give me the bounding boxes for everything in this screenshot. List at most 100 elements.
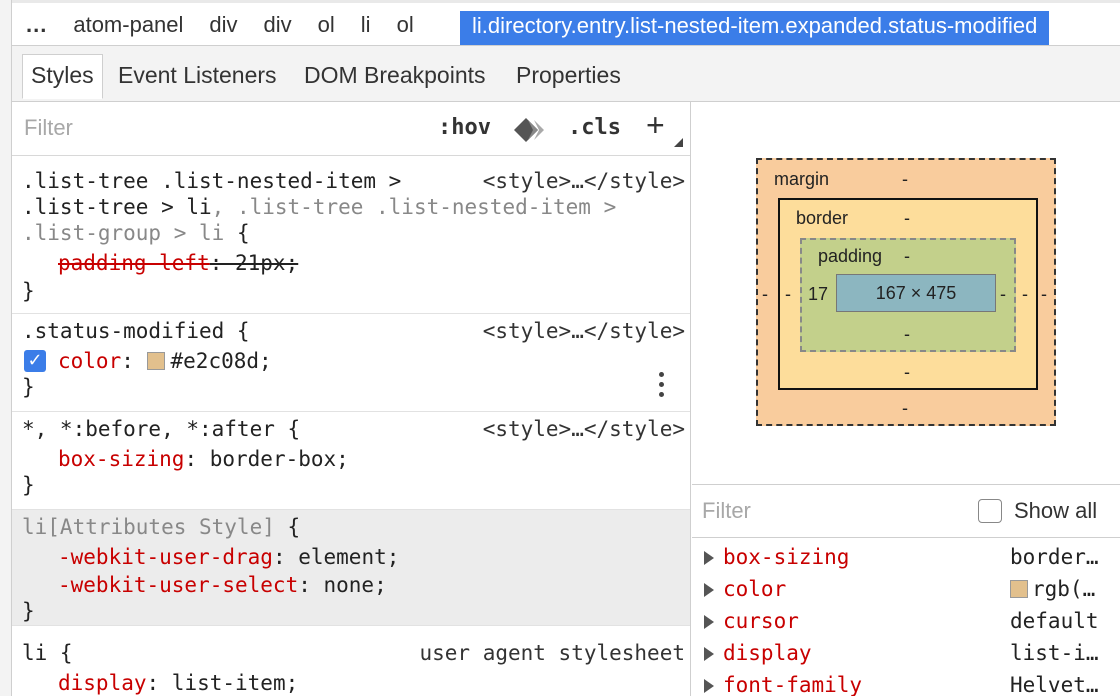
computed-property-name: font-family	[723, 673, 863, 696]
computed-property-row[interactable]: color rgb(…	[692, 573, 1120, 605]
more-options-icon[interactable]	[659, 372, 665, 402]
property-colon: :	[121, 349, 147, 373]
padding-right-value[interactable]: -	[1000, 284, 1006, 305]
panel-edge	[0, 0, 12, 696]
rule-selector[interactable]: *, *:before, *:after	[22, 417, 275, 441]
computed-property-row[interactable]: cursor default	[692, 605, 1120, 637]
breadcrumb-ellipsis[interactable]: ...	[26, 12, 47, 38]
breadcrumb-top-border	[12, 0, 1120, 3]
rule-close-brace: }	[22, 375, 35, 399]
breadcrumb-item[interactable]: atom-panel	[73, 12, 183, 38]
box-model-border[interactable]: border - - - - padding - - 17 - 167 × 47…	[778, 198, 1038, 390]
tab-properties[interactable]: Properties	[508, 54, 629, 96]
computed-property-value: default	[1010, 609, 1099, 633]
rule-source-link[interactable]: <style>…</style>	[483, 416, 685, 442]
margin-top-value[interactable]: -	[902, 169, 908, 190]
element-classes-diamond-icon[interactable]	[514, 118, 550, 142]
expand-triangle-icon[interactable]	[704, 647, 714, 661]
rule-close-brace: }	[22, 599, 35, 623]
rule-source-link[interactable]: <style>…</style>	[483, 168, 685, 194]
computed-property-name: color	[723, 577, 787, 601]
computed-property-name: box-sizing	[723, 545, 850, 569]
breadcrumb-item[interactable]: li	[361, 12, 371, 38]
new-rule-menu-corner-icon[interactable]	[674, 138, 683, 147]
border-bottom-value[interactable]: -	[904, 362, 910, 383]
expand-triangle-icon[interactable]	[704, 679, 714, 693]
expand-triangle-icon[interactable]	[704, 583, 714, 597]
padding-label: padding	[818, 246, 883, 266]
property-value[interactable]: #e2c08d;	[171, 349, 272, 373]
computed-property-name: display	[723, 641, 812, 665]
property-enabled-checkbox[interactable]: ✓	[24, 350, 46, 372]
expand-triangle-icon[interactable]	[704, 615, 714, 629]
rule-open-brace: {	[274, 515, 301, 539]
computed-pane: margin - - - - border - - - - padding - …	[692, 102, 1120, 696]
styles-filter-input[interactable]: Filter	[24, 115, 73, 141]
box-model-diagram: margin - - - - border - - - - padding - …	[756, 158, 1056, 426]
breadcrumb-item[interactable]: div	[209, 12, 237, 38]
rule-close-brace: }	[22, 279, 35, 303]
margin-left-value[interactable]: -	[762, 284, 768, 305]
property-value[interactable]: : border-box;	[184, 447, 348, 471]
property-name: -webkit-user-drag	[58, 545, 273, 569]
rule-selector[interactable]: .list-tree .list-nested-item >	[22, 169, 401, 193]
border-label: border	[796, 208, 849, 228]
margin-label: margin	[774, 169, 830, 189]
box-model-padding[interactable]: padding - - 17 - 167 × 475	[800, 238, 1016, 352]
padding-top-value[interactable]: -	[904, 246, 910, 267]
overridden-property-value[interactable]: : 21px;	[210, 251, 299, 275]
box-model-content[interactable]: 167 × 475	[836, 274, 996, 312]
computed-filter-bar: Filter Show all	[692, 484, 1120, 538]
margin-right-value[interactable]: -	[1041, 284, 1047, 305]
padding-left-value[interactable]: 17	[808, 284, 828, 305]
user-agent-stylesheet-label: user agent stylesheet	[419, 641, 685, 665]
property-name[interactable]: color	[58, 349, 121, 373]
color-swatch-icon[interactable]	[146, 352, 165, 370]
padding-bottom-value[interactable]: -	[904, 324, 910, 345]
computed-property-name: cursor	[723, 609, 799, 633]
tab-event-listeners[interactable]: Event Listeners	[110, 54, 285, 96]
tab-styles[interactable]: Styles	[22, 54, 103, 99]
style-rule: .list-tree .list-nested-item > <style>…<…	[12, 156, 690, 314]
expand-triangle-icon[interactable]	[704, 551, 714, 565]
rule-selector: li[Attributes Style]	[22, 515, 275, 539]
breadcrumb-selected-item[interactable]: li.directory.entry.list-nested-item.expa…	[460, 11, 1050, 45]
rule-selector[interactable]: .status-modified {	[22, 318, 250, 344]
computed-property-row[interactable]: box-sizing border…	[692, 541, 1120, 573]
hover-state-toggle[interactable]: :hov	[438, 115, 491, 140]
show-all-checkbox[interactable]	[978, 499, 1002, 523]
style-rule: li { user agent stylesheet display: list…	[12, 626, 690, 696]
rule-open-brace: {	[274, 417, 301, 441]
new-style-rule-button[interactable]: +	[646, 107, 665, 144]
computed-property-row[interactable]: font-family Helvet…	[692, 669, 1120, 696]
property-value: : element;	[272, 545, 400, 569]
border-left-value[interactable]: -	[785, 284, 791, 305]
rule-selector[interactable]: .list-tree > li	[22, 195, 212, 219]
tab-dom-breakpoints[interactable]: DOM Breakpoints	[296, 54, 494, 96]
border-right-value[interactable]: -	[1022, 284, 1028, 305]
box-model-margin[interactable]: margin - - - - border - - - - padding - …	[756, 158, 1056, 426]
styles-pane: Filter :hov .cls + .list-tree .list-nest…	[12, 102, 691, 696]
property-name[interactable]: box-sizing	[58, 447, 184, 471]
color-swatch-icon	[1010, 580, 1028, 598]
breadcrumb-item[interactable]: ol	[318, 12, 335, 38]
style-rule: .status-modified { <style>…</style> ✓ co…	[12, 314, 690, 412]
border-top-value[interactable]: -	[904, 208, 910, 229]
show-all-label[interactable]: Show all	[1014, 498, 1097, 524]
margin-bottom-value[interactable]: -	[902, 398, 908, 419]
overridden-property-name[interactable]: padding-left	[58, 251, 210, 275]
computed-property-value: rgb(…	[1032, 577, 1096, 601]
style-rule-attributes: li[Attributes Style] { -webkit-user-drag…	[12, 510, 690, 626]
property-name: -webkit-user-select	[58, 573, 299, 597]
rule-selector-unmatched[interactable]: .list-group > li	[22, 221, 224, 245]
breadcrumb-item[interactable]: div	[264, 12, 292, 38]
class-toggle[interactable]: .cls	[568, 115, 621, 140]
rule-source-link[interactable]: <style>…</style>	[483, 318, 685, 344]
property-value: : list-item;	[146, 671, 299, 695]
property-value: : none;	[298, 573, 387, 597]
computed-filter-input[interactable]: Filter	[702, 498, 751, 524]
computed-property-row[interactable]: display list-i…	[692, 637, 1120, 669]
property-name: display	[58, 671, 147, 695]
breadcrumb-item[interactable]: ol	[397, 12, 414, 38]
rule-selector-unmatched[interactable]: , .list-tree .list-nested-item >	[212, 195, 617, 219]
